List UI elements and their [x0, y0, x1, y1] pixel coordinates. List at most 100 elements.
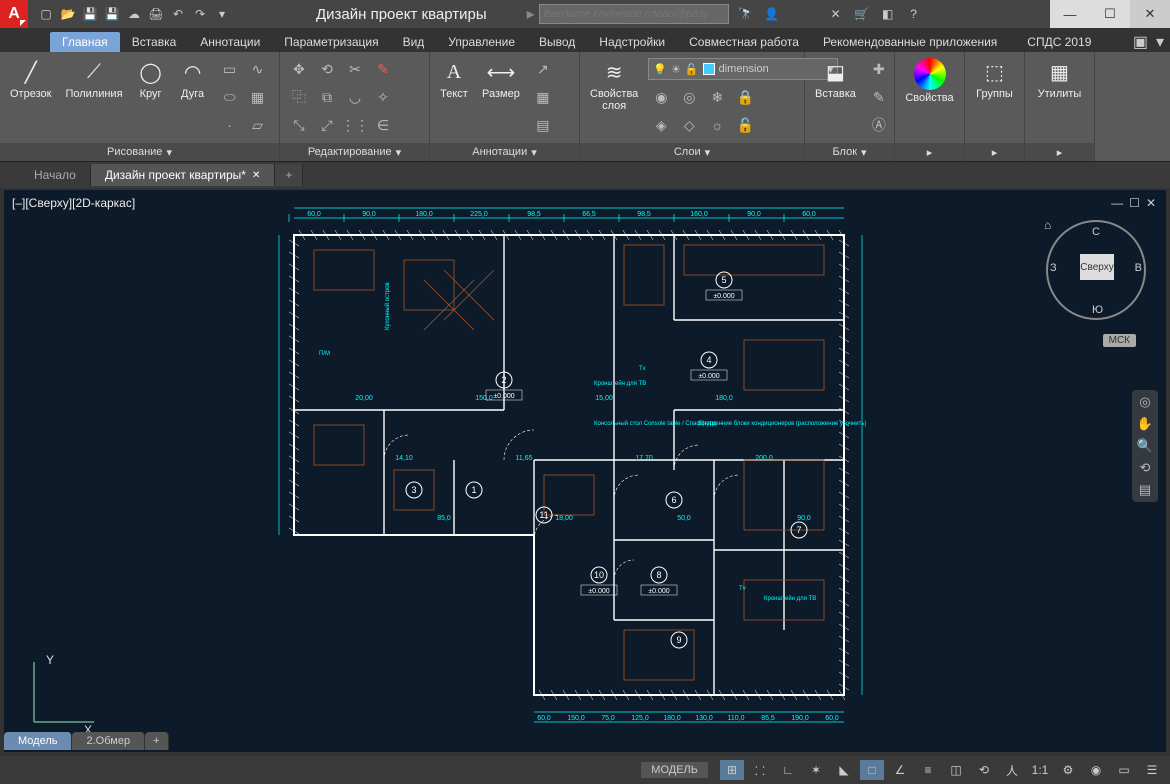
app-icon[interactable]: ◧: [879, 5, 897, 23]
edit-block-icon[interactable]: ✎: [866, 84, 892, 110]
attr-icon[interactable]: Ⓐ: [866, 112, 892, 138]
offset-icon[interactable]: ∈: [370, 112, 396, 138]
polyline-button[interactable]: ⟋Полилиния: [61, 56, 126, 102]
close-button[interactable]: ✕: [1130, 0, 1170, 28]
drawing-tab[interactable]: Дизайн проект квартиры*✕: [91, 164, 276, 186]
cart-icon[interactable]: 🛒: [853, 5, 871, 23]
viewport-label[interactable]: [–][Сверху][2D-каркас]: [12, 196, 135, 210]
text-button[interactable]: АТекст: [436, 56, 472, 102]
mtext-icon[interactable]: ▤: [530, 112, 556, 138]
line-button[interactable]: ╱Отрезок: [6, 56, 55, 102]
trim-icon[interactable]: ✂: [342, 56, 368, 82]
ellipse-icon[interactable]: ⬭: [217, 84, 243, 110]
tab-collab[interactable]: Совместная работа: [677, 32, 811, 52]
layfrz-icon[interactable]: ❄: [704, 84, 730, 110]
panel-annot-title[interactable]: Аннотации ▾: [430, 143, 579, 161]
layoff-icon[interactable]: ◉: [648, 84, 674, 110]
viewcube-face[interactable]: Сверху: [1080, 254, 1114, 280]
redo-icon[interactable]: ↷: [190, 4, 210, 24]
ribbon-expand-icon[interactable]: ▣: [1133, 32, 1148, 52]
exchange-icon[interactable]: ✕: [827, 5, 845, 23]
panel-props-title[interactable]: ▸: [895, 143, 964, 161]
rotate-icon[interactable]: ⟲: [314, 56, 340, 82]
scale-icon[interactable]: ⤢: [314, 112, 340, 138]
tab-featured[interactable]: Рекомендованные приложения: [811, 32, 1009, 52]
utils-button[interactable]: ▦Утилиты: [1034, 56, 1086, 102]
iso-icon[interactable]: ◣: [832, 760, 856, 780]
open-icon[interactable]: 📂: [58, 4, 78, 24]
move-icon[interactable]: ✥: [286, 56, 312, 82]
infocenter-search[interactable]: [539, 4, 729, 24]
laythw-icon[interactable]: ☼: [704, 112, 730, 138]
layon-icon[interactable]: ◈: [648, 112, 674, 138]
laylck-icon[interactable]: 🔒: [732, 84, 758, 110]
annomon-icon[interactable]: 人: [1000, 760, 1024, 780]
tab-addins[interactable]: Надстройки: [587, 32, 677, 52]
layer-props-button[interactable]: ≋Свойства слоя: [586, 56, 642, 138]
table-icon[interactable]: ▦: [530, 84, 556, 110]
panel-modify-title[interactable]: Редактирование ▾: [280, 143, 429, 161]
help-icon[interactable]: ?: [905, 5, 923, 23]
tab-annotate[interactable]: Аннотации: [188, 32, 272, 52]
rect-icon[interactable]: ▭: [217, 56, 243, 82]
home-icon[interactable]: ⌂: [1044, 218, 1051, 232]
panel-layers-title[interactable]: Слои ▾: [580, 143, 804, 161]
viewcube[interactable]: ⌂ Сверху С Ю В З: [1046, 220, 1146, 320]
saveas-icon[interactable]: 💾: [102, 4, 122, 24]
add-layout-button[interactable]: +: [145, 732, 168, 750]
fillet-icon[interactable]: ◡: [342, 84, 368, 110]
model-indicator[interactable]: МОДЕЛЬ: [641, 762, 708, 778]
insert-button[interactable]: ⬓Вставка: [811, 56, 860, 102]
ortho-icon[interactable]: ∟: [776, 760, 800, 780]
model-tab[interactable]: Модель: [4, 732, 72, 750]
create-block-icon[interactable]: ✚: [866, 56, 892, 82]
new-icon[interactable]: ▢: [36, 4, 56, 24]
wheel-icon[interactable]: ◎: [1139, 394, 1150, 410]
iso-clean-icon[interactable]: ▭: [1112, 760, 1136, 780]
leader-icon[interactable]: ↗: [530, 56, 556, 82]
signin-icon[interactable]: 👤: [763, 5, 781, 23]
tab-spds[interactable]: СПДС 2019: [1015, 32, 1103, 52]
copy-icon[interactable]: ⿻: [286, 84, 312, 110]
layiso-icon[interactable]: ◎: [676, 84, 702, 110]
erase-icon[interactable]: ✎: [370, 56, 396, 82]
showmotion-icon[interactable]: ▤: [1139, 482, 1151, 498]
minimize-button[interactable]: ―: [1050, 0, 1090, 28]
dim-button[interactable]: ⟷Размер: [478, 56, 524, 102]
layout1-tab[interactable]: 2.Обмер: [72, 732, 145, 750]
tab-view[interactable]: Вид: [391, 32, 437, 52]
stretch-icon[interactable]: ⤡: [286, 112, 312, 138]
circle-button[interactable]: ◯Круг: [133, 56, 169, 102]
custom-icon[interactable]: ☰: [1140, 760, 1164, 780]
panel-groups-title[interactable]: ▸: [965, 143, 1024, 161]
panel-block-title[interactable]: Блок ▾: [805, 143, 894, 161]
binoculars-icon[interactable]: 🔭: [737, 5, 755, 23]
panel-draw-title[interactable]: Рисование ▾: [0, 143, 279, 161]
tab-manage[interactable]: Управление: [436, 32, 527, 52]
close-tab-icon[interactable]: ✕: [252, 170, 260, 181]
panel-utils-title[interactable]: ▸: [1025, 143, 1094, 161]
start-tab[interactable]: Начало: [20, 164, 91, 186]
pan-icon[interactable]: ✋: [1137, 416, 1153, 432]
wcs-tag[interactable]: МСК: [1103, 334, 1136, 347]
spline-icon[interactable]: ∿: [245, 56, 271, 82]
lwt-icon[interactable]: ≡: [916, 760, 940, 780]
hatch-icon[interactable]: ▦: [245, 84, 271, 110]
save-icon[interactable]: 💾: [80, 4, 100, 24]
snap-icon[interactable]: ⸬: [748, 760, 772, 780]
polar-icon[interactable]: ✶: [804, 760, 828, 780]
mirror-icon[interactable]: ⧉: [314, 84, 340, 110]
grid-icon[interactable]: ⊞: [720, 760, 744, 780]
osnap-icon[interactable]: □: [860, 760, 884, 780]
layuniso-icon[interactable]: ◇: [676, 112, 702, 138]
undo-icon[interactable]: ↶: [168, 4, 188, 24]
search-input[interactable]: [544, 8, 724, 20]
tab-home[interactable]: Главная: [50, 32, 120, 52]
trans-icon[interactable]: ◫: [944, 760, 968, 780]
cloud-icon[interactable]: ☁: [124, 4, 144, 24]
ucs-icon[interactable]: Y X: [24, 652, 104, 732]
orbit-icon[interactable]: ⟲: [1140, 460, 1151, 476]
otrack-icon[interactable]: ∠: [888, 760, 912, 780]
props-button[interactable]: Свойства: [901, 56, 957, 106]
vp-close-icon[interactable]: ✕: [1146, 196, 1156, 210]
